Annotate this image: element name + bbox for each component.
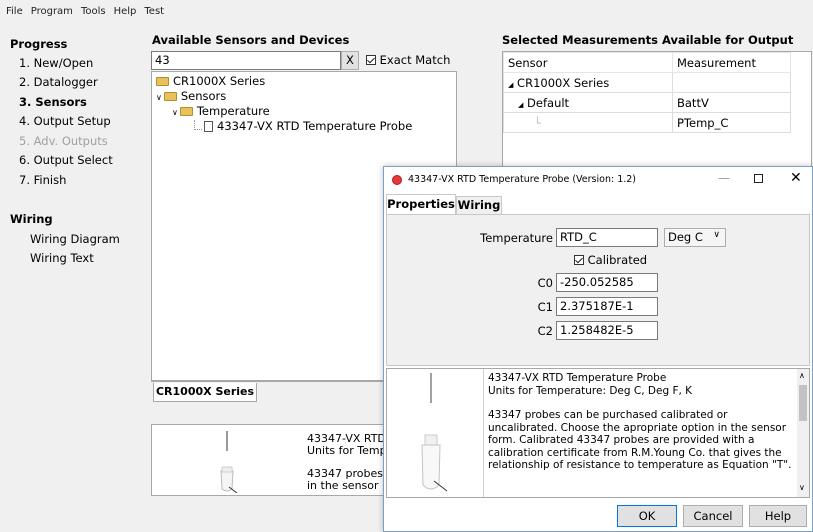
close-icon[interactable]: ✕ [790, 170, 802, 186]
menu-file[interactable]: File [0, 6, 27, 17]
description-scrollbar[interactable]: ∧ ∨ [797, 369, 809, 497]
menu-help[interactable]: Help [110, 6, 141, 17]
nav-output-setup[interactable]: 4. Output Setup [19, 114, 111, 128]
probe-icon [220, 431, 238, 493]
tree-connector [194, 129, 202, 131]
available-sensors-heading: Available Sensors and Devices [152, 33, 350, 47]
table-row[interactable]: ◢ CR1000X Series [503, 72, 791, 93]
tab-wiring[interactable]: Wiring [456, 196, 502, 214]
probe-image [421, 373, 448, 492]
sensor-search-input[interactable]: 43 [151, 51, 341, 70]
dialog-description-panel: 43347-VX RTD Temperature Probe Units for… [386, 368, 810, 498]
tree-item-temperature[interactable]: ∨ Temperature [172, 104, 270, 118]
progress-heading: Progress [10, 37, 68, 51]
tab-cr1000x-series[interactable]: CR1000X Series [153, 383, 257, 402]
chevron-down-icon: ∨ [713, 230, 720, 240]
minimize-icon[interactable]: — [718, 171, 730, 185]
checkbox-checked-icon [574, 255, 584, 265]
scroll-down-icon[interactable]: ∨ [799, 483, 805, 492]
unit-select[interactable]: Deg C ∨ [664, 228, 726, 247]
folder-icon [156, 77, 169, 86]
c2-label: C2 [537, 324, 553, 338]
probe-properties-dialog: 43347-VX RTD Temperature Probe (Version:… [383, 166, 813, 532]
nav-output-select[interactable]: 6. Output Select [19, 153, 113, 167]
temperature-name-input[interactable]: RTD_C [556, 228, 658, 247]
desc-text-line2: in the sensor [307, 479, 379, 492]
table-row[interactable]: └ PTemp_C [503, 112, 791, 133]
tree-item-43347-probe[interactable]: 43347-VX RTD Temperature Probe [204, 119, 412, 133]
selected-measurements-heading: Selected Measurements Available for Outp… [502, 33, 794, 47]
nav-adv-outputs: 5. Adv. Outputs [19, 134, 108, 148]
nav-datalogger[interactable]: 2. Datalogger [19, 75, 98, 89]
sensor-description-box: 43347-VX RTD Units for Temp 43347 probes… [151, 424, 391, 496]
dialog-desc-body: 43347 probes can be purchased calibrated… [488, 409, 792, 471]
menu-test[interactable]: Test [140, 6, 168, 17]
calibrated-checkbox[interactable]: Calibrated [574, 253, 647, 267]
c0-input[interactable]: -250.052585 [556, 273, 658, 292]
exact-match-checkbox[interactable]: Exact Match [366, 53, 450, 67]
c0-label: C0 [537, 276, 553, 290]
desc-units: Units for Temp [307, 444, 387, 457]
cancel-button[interactable]: Cancel [683, 505, 743, 527]
col-header-sensor[interactable]: Sensor [503, 52, 673, 73]
nav-finish[interactable]: 7. Finish [19, 173, 66, 187]
dialog-desc-units: Units for Temperature: Deg C, Deg F, K [488, 384, 693, 397]
c1-label: C1 [537, 300, 553, 314]
folder-open-icon [179, 107, 193, 116]
ok-button[interactable]: OK [617, 505, 677, 527]
col-header-measurement[interactable]: Measurement [672, 52, 791, 73]
nav-sensors[interactable]: 3. Sensors [19, 95, 87, 109]
app-icon [392, 175, 402, 185]
measurements-table[interactable]: Sensor Measurement ◢ CR1000X Series ◢ De… [502, 51, 812, 171]
clear-search-button[interactable]: X [341, 51, 359, 70]
expand-triangle-icon[interactable]: ◢ [508, 81, 513, 89]
expand-triangle-icon[interactable]: ◢ [518, 101, 523, 109]
nav-new-open[interactable]: 1. New/Open [19, 56, 93, 70]
properties-panel: Temperature RTD_C Deg C ∨ Calibrated C0 … [386, 214, 810, 366]
tree-item-cr1000x[interactable]: CR1000X Series [156, 74, 265, 88]
help-button[interactable]: Help [749, 505, 807, 527]
c1-input[interactable]: 2.375187E-1 [556, 297, 658, 316]
dialog-description-text: 43347-VX RTD Temperature Probe Units for… [488, 372, 794, 472]
checkbox-checked-icon [366, 55, 376, 65]
nav-wiring-diagram[interactable]: Wiring Diagram [30, 232, 120, 246]
maximize-icon[interactable] [754, 174, 763, 183]
menu-program[interactable]: Program [27, 6, 77, 17]
scroll-up-icon[interactable]: ∧ [799, 371, 805, 380]
scrollbar-thumb[interactable] [799, 385, 807, 421]
menu-tools[interactable]: Tools [77, 6, 110, 17]
wiring-heading: Wiring [10, 212, 53, 226]
document-icon [204, 121, 213, 132]
exact-match-label: Exact Match [379, 53, 451, 67]
temperature-label: Temperature [480, 231, 553, 245]
tree-connector: └ [534, 115, 541, 130]
menu-bar: File Program Tools Help Test [0, 0, 813, 22]
nav-wiring-text[interactable]: Wiring Text [30, 251, 94, 265]
dialog-desc-title: 43347-VX RTD Temperature Probe [488, 372, 667, 384]
table-row[interactable]: ◢ Default BattV [503, 92, 791, 113]
dialog-title: 43347-VX RTD Temperature Probe (Version:… [408, 174, 637, 185]
divider [483, 369, 484, 497]
tab-properties[interactable]: Properties [386, 194, 456, 214]
chevron-down-icon[interactable]: ∨ [172, 108, 178, 117]
dialog-title-bar: 43347-VX RTD Temperature Probe (Version:… [384, 167, 812, 194]
chevron-down-icon[interactable]: ∨ [156, 93, 162, 102]
folder-open-icon [163, 92, 177, 101]
tree-item-sensors[interactable]: ∨ Sensors [156, 89, 226, 103]
c2-input[interactable]: 1.258482E-5 [556, 321, 658, 340]
